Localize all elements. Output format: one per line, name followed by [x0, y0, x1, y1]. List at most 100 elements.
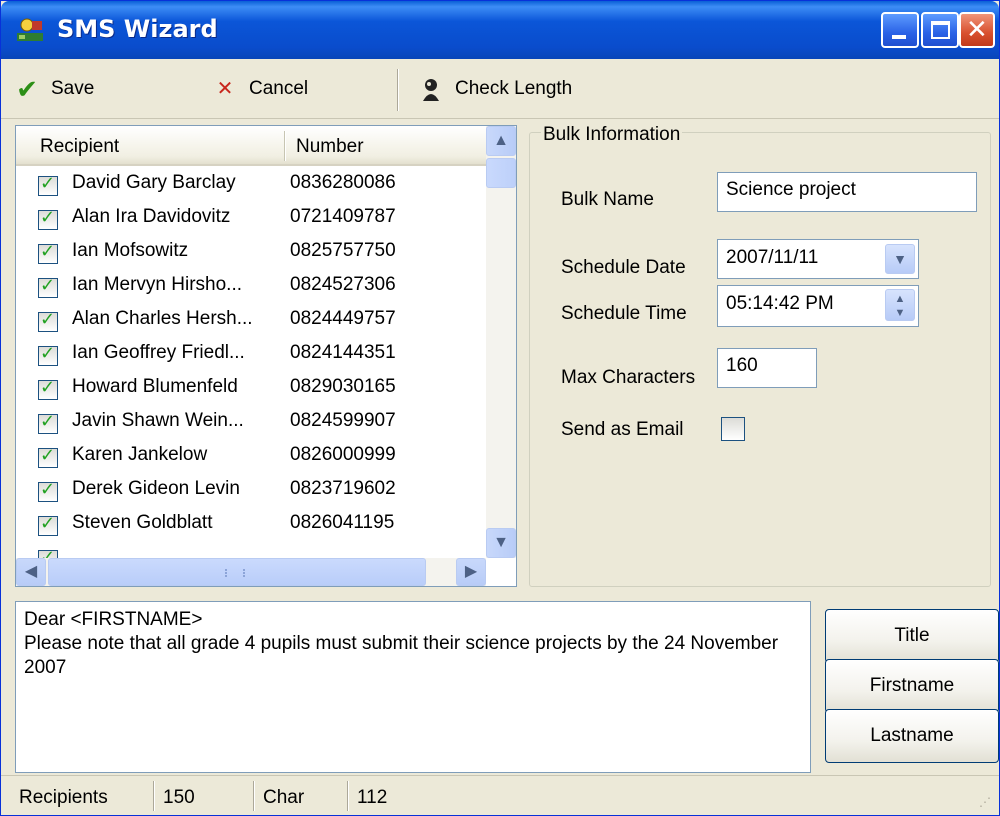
person-silhouette-icon — [419, 77, 443, 101]
recipient-name: Ian Mervyn Hirsho... — [72, 274, 242, 295]
time-spinner[interactable]: ▲ ▼ — [885, 289, 915, 321]
max-characters-label: Max Characters — [561, 367, 696, 388]
checkmark-icon: ✓ — [40, 513, 56, 534]
row-checkbox[interactable]: ✓ — [38, 377, 58, 400]
cancel-button[interactable]: ✕ Cancel — [213, 75, 309, 103]
save-label: Save — [51, 78, 95, 99]
row-checkbox[interactable]: ✓ — [38, 173, 58, 196]
minimize-button[interactable] — [881, 12, 919, 48]
recipient-number: 0824527306 — [290, 274, 396, 295]
scroll-down-button[interactable]: ▼ — [486, 528, 516, 558]
row-checkbox[interactable]: ✓ — [38, 275, 58, 298]
row-checkbox[interactable]: ✓ — [38, 411, 58, 434]
cancel-label: Cancel — [249, 78, 309, 99]
message-textarea[interactable]: Dear <FIRSTNAME> Please note that all gr… — [15, 601, 811, 773]
recipient-name: Ian Mofsowitz — [72, 240, 189, 261]
save-button[interactable]: ✔ Save — [15, 75, 94, 103]
list-row[interactable]: ✓ Alan Charles Hersh... 0824449757 — [16, 304, 486, 338]
spin-up-down-icon: ▲ ▼ — [894, 293, 906, 319]
list-row[interactable]: ✓ Steven Goldblatt 0826041195 — [16, 508, 486, 542]
scroll-up-button[interactable]: ▲ — [486, 126, 516, 156]
window-title: SMS Wizard — [57, 15, 218, 43]
list-header: Recipient Number — [16, 126, 486, 166]
list-row[interactable]: ✓ Derek Gideon Levin 0823719602 — [16, 474, 486, 508]
status-char-count: 112 — [357, 787, 388, 808]
send-as-email-label: Send as Email — [561, 419, 684, 440]
recipients-list[interactable]: Recipient Number ✓ David Gary Barclay 08… — [15, 125, 517, 587]
recipient-number: 0826041195 — [290, 512, 395, 533]
column-header-recipient[interactable]: Recipient — [40, 136, 119, 158]
row-checkbox[interactable]: ✓ — [38, 241, 58, 264]
recipient-name: Karen Jankelow — [72, 444, 208, 465]
list-row-partial[interactable]: ✓ — [16, 542, 486, 558]
scroll-right-button[interactable]: ▶ — [456, 558, 486, 586]
recipient-number: 0826000999 — [290, 444, 396, 465]
checkmark-icon: ✓ — [40, 377, 56, 398]
list-rows: ✓ David Gary Barclay 0836280086 ✓ Alan I… — [16, 168, 486, 558]
bulk-name-field[interactable]: Science project — [717, 172, 977, 212]
cancel-x-icon: ✕ — [216, 78, 234, 100]
recipient-name: Derek Gideon Levin — [72, 478, 240, 499]
row-checkbox[interactable]: ✓ — [38, 513, 58, 536]
horizontal-scroll-thumb[interactable] — [48, 558, 426, 586]
vertical-scroll-thumb[interactable] — [486, 158, 516, 188]
insert-firstname-button[interactable]: Firstname — [825, 659, 999, 713]
status-separator — [1, 775, 999, 776]
checkmark-icon: ✓ — [40, 479, 56, 500]
resize-grip-icon[interactable]: ⋰ — [979, 795, 991, 809]
checkmark-icon: ✓ — [40, 411, 56, 432]
title-bar[interactable]: SMS Wizard ✕ — [1, 1, 999, 59]
bulk-name-label: Bulk Name — [561, 189, 654, 210]
list-row[interactable]: ✓ Alan Ira Davidovitz 0721409787 — [16, 202, 486, 236]
recipient-name: Alan Charles Hersh... — [72, 308, 253, 329]
schedule-date-value: 2007/11/11 — [726, 247, 819, 268]
send-as-email-checkbox[interactable] — [721, 417, 745, 441]
horizontal-scrollbar[interactable]: ◀ ▶ — [16, 558, 486, 586]
row-checkbox[interactable]: ✓ — [38, 207, 58, 230]
recipient-name: Ian Geoffrey Friedl... — [72, 342, 245, 363]
row-checkbox[interactable]: ✓ — [38, 445, 58, 468]
chevron-down-icon: ▼ — [493, 534, 509, 551]
row-checkbox[interactable]: ✓ — [38, 309, 58, 332]
list-row[interactable]: ✓ Karen Jankelow 0826000999 — [16, 440, 486, 474]
chevron-up-icon: ▲ — [493, 132, 509, 149]
maximize-icon — [931, 21, 950, 39]
row-checkbox[interactable]: ✓ — [38, 343, 58, 366]
minimize-icon — [892, 35, 906, 39]
max-characters-field[interactable]: 160 — [717, 348, 817, 388]
recipient-number: 0825757750 — [290, 240, 396, 261]
list-row[interactable]: ✓ David Gary Barclay 0836280086 — [16, 168, 486, 202]
list-row[interactable]: ✓ Howard Blumenfeld 0829030165 — [16, 372, 486, 406]
list-row[interactable]: ✓ Ian Mervyn Hirsho... 0824527306 — [16, 270, 486, 304]
column-header-number[interactable]: Number — [296, 136, 364, 158]
recipient-number: 0829030165 — [290, 376, 396, 397]
list-row[interactable]: ✓ Ian Mofsowitz 0825757750 — [16, 236, 486, 270]
scroll-left-button[interactable]: ◀ — [16, 558, 46, 586]
list-row[interactable]: ✓ Javin Shawn Wein... 0824599907 — [16, 406, 486, 440]
recipient-number: 0823719602 — [290, 478, 396, 499]
checkmark-icon: ✓ — [40, 547, 56, 558]
column-divider[interactable] — [284, 131, 286, 161]
recipient-name: Javin Shawn Wein... — [72, 410, 244, 431]
sms-wizard-window: SMS Wizard ✕ ✔ Save ✕ Cancel Check Lengt… — [0, 0, 1000, 816]
check-length-button[interactable]: Check Length — [419, 75, 572, 103]
close-icon: ✕ — [966, 15, 988, 45]
list-row[interactable]: ✓ Ian Geoffrey Friedl... 0824144351 — [16, 338, 486, 372]
schedule-time-value: 05:14:42 PM — [726, 293, 834, 314]
row-checkbox[interactable]: ✓ — [38, 547, 58, 558]
recipient-number: 0824599907 — [290, 410, 396, 431]
insert-lastname-button[interactable]: Lastname — [825, 709, 999, 763]
bulk-information-legend: Bulk Information — [541, 124, 683, 146]
checkmark-icon: ✓ — [40, 241, 56, 262]
row-checkbox[interactable]: ✓ — [38, 479, 58, 502]
recipient-name: Howard Blumenfeld — [72, 376, 238, 397]
status-divider — [347, 781, 349, 811]
chevron-right-icon: ▶ — [464, 563, 478, 580]
status-char-label: Char — [263, 787, 305, 808]
close-button[interactable]: ✕ — [959, 12, 995, 48]
date-dropdown-button[interactable]: ▼ — [885, 244, 915, 274]
maximize-button[interactable] — [921, 12, 959, 48]
checkmark-icon: ✓ — [40, 275, 56, 296]
vertical-scrollbar[interactable]: ▲ ▼ — [486, 126, 516, 558]
insert-title-button[interactable]: Title — [825, 609, 999, 663]
